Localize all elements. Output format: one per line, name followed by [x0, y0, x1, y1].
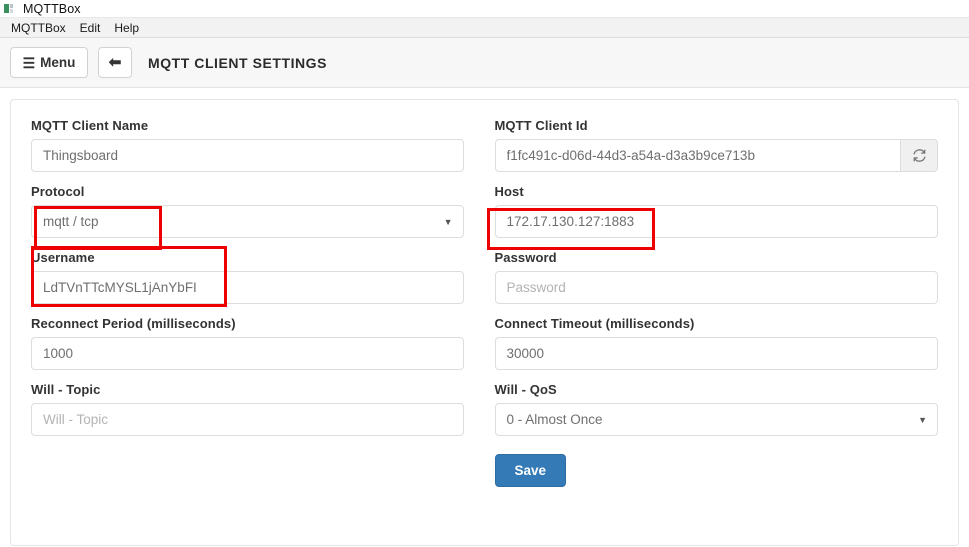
password-input[interactable] [494, 271, 938, 304]
protocol-select[interactable]: mqtt / tcp [31, 205, 464, 238]
connect-timeout-label: Connect Timeout (milliseconds) [494, 316, 695, 331]
menu-button-label: Menu [40, 55, 76, 70]
form-row-credentials: Username Password [31, 246, 938, 307]
form-row-identity: MQTT Client Name MQTT Client Id [31, 118, 938, 172]
will-qos-select[interactable]: 0 - Almost Once [494, 403, 938, 436]
regenerate-client-id-button[interactable] [900, 139, 938, 172]
menu-item-mqttbox[interactable]: MQTTBox [4, 18, 73, 38]
will-topic-label: Will - Topic [31, 382, 101, 397]
username-input[interactable] [31, 271, 464, 304]
will-qos-label: Will - QoS [494, 382, 557, 397]
app-toolbar: ☰ Menu ⬅ MQTT CLIENT SETTINGS [0, 38, 969, 88]
client-id-input-group [494, 139, 938, 172]
content-area: MQTT Client Name MQTT Client Id [0, 88, 969, 546]
field-reconnect-period: Reconnect Period (milliseconds) [31, 316, 485, 370]
menu-bar: MQTTBox Edit Help [0, 18, 969, 38]
password-label: Password [494, 250, 557, 265]
field-password: Password [485, 250, 938, 304]
protocol-label: Protocol [31, 184, 85, 199]
settings-card: MQTT Client Name MQTT Client Id [10, 99, 959, 546]
username-label: Username [31, 250, 95, 265]
back-button[interactable]: ⬅ [98, 47, 132, 78]
window-titlebar: MQTTBox [0, 0, 969, 18]
form-row-connection: Protocol mqtt / tcp ▼ Host [31, 184, 938, 250]
refresh-icon [913, 149, 925, 162]
field-host: Host [485, 184, 938, 250]
page-title: MQTT CLIENT SETTINGS [148, 54, 327, 71]
field-connect-timeout: Connect Timeout (milliseconds) [485, 316, 938, 370]
window-title: MQTTBox [23, 1, 81, 16]
actions-spacer [31, 454, 485, 487]
menu-item-edit[interactable]: Edit [73, 18, 108, 38]
menu-item-help[interactable]: Help [107, 18, 146, 38]
form-row-actions: Save [31, 454, 938, 487]
field-client-name: MQTT Client Name [31, 118, 485, 172]
client-id-input[interactable] [494, 139, 900, 172]
host-input[interactable] [494, 205, 938, 238]
client-name-input[interactable] [31, 139, 464, 172]
client-name-label: MQTT Client Name [31, 118, 149, 133]
hamburger-icon: ☰ [22, 54, 36, 71]
field-username: Username [31, 246, 485, 307]
arrow-left-icon: ⬅ [108, 54, 122, 71]
host-label: Host [494, 184, 524, 199]
field-will-qos: Will - QoS 0 - Almost Once ▼ [485, 382, 938, 436]
save-button[interactable]: Save [494, 454, 567, 487]
connect-timeout-input[interactable] [494, 337, 938, 370]
field-will-topic: Will - Topic [31, 382, 485, 436]
will-qos-select-wrap: 0 - Almost Once ▼ [494, 403, 938, 436]
form-row-will: Will - Topic Will - QoS 0 - Almost Once … [31, 382, 938, 436]
field-protocol: Protocol mqtt / tcp ▼ [31, 184, 485, 250]
protocol-select-wrap: mqtt / tcp ▼ [31, 205, 464, 238]
actions-container: Save [485, 454, 939, 487]
form-row-timing: Reconnect Period (milliseconds) Connect … [31, 316, 938, 370]
will-topic-input[interactable] [31, 403, 464, 436]
reconnect-period-input[interactable] [31, 337, 464, 370]
client-id-label: MQTT Client Id [494, 118, 588, 133]
menu-button[interactable]: ☰ Menu [10, 47, 88, 78]
app-logo-icon [4, 3, 17, 14]
reconnect-period-label: Reconnect Period (milliseconds) [31, 316, 236, 331]
field-client-id: MQTT Client Id [485, 118, 938, 172]
